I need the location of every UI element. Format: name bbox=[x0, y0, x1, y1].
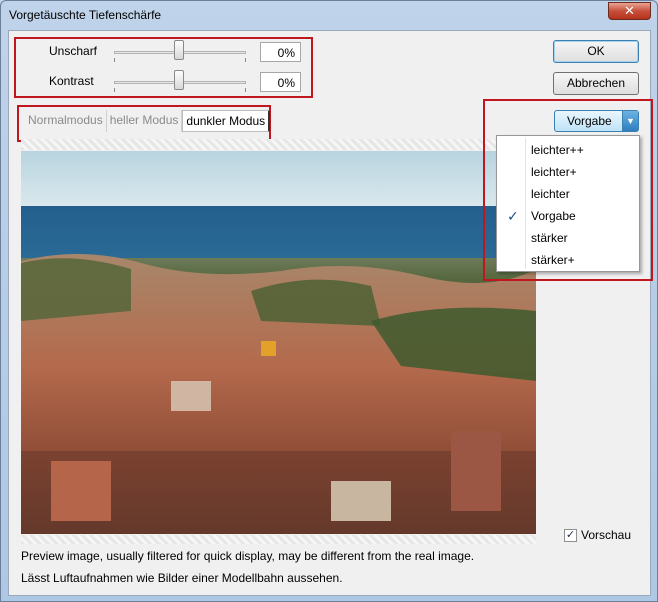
ok-button[interactable]: OK bbox=[553, 40, 639, 63]
blur-value[interactable]: 0% bbox=[260, 42, 301, 62]
slider-tick bbox=[114, 58, 115, 62]
preview-hatch-bottom bbox=[21, 535, 536, 544]
slider-tick bbox=[245, 88, 246, 92]
tab-dark-mode[interactable]: dunkler Modus bbox=[182, 110, 271, 132]
blur-slider-row: Unscharf 0% bbox=[9, 40, 309, 64]
preview-hatch-top bbox=[21, 139, 536, 150]
preview-checkbox-label[interactable]: Vorschau bbox=[581, 528, 631, 542]
dialog-window: Vorgetäuschte Tiefenschärfe ✕ Unscharf 0… bbox=[0, 0, 658, 602]
tab-light-mode[interactable]: heller Modus bbox=[107, 110, 183, 132]
contrast-label: Kontrast bbox=[49, 74, 94, 88]
contrast-slider-row: Kontrast 0% bbox=[9, 70, 309, 94]
preview-checkbox[interactable]: ✓ bbox=[564, 529, 577, 542]
preset-highlight-box bbox=[483, 99, 653, 281]
close-button[interactable]: ✕ bbox=[608, 2, 651, 20]
contrast-slider-thumb[interactable] bbox=[174, 70, 184, 90]
filter-description-text: Lässt Luftaufnahmen wie Bilder einer Mod… bbox=[21, 571, 343, 585]
cancel-button[interactable]: Abbrechen bbox=[553, 72, 639, 95]
slider-tick bbox=[114, 88, 115, 92]
tab-normal-mode[interactable]: Normalmodus bbox=[25, 110, 107, 132]
preview-image[interactable] bbox=[21, 151, 536, 534]
dialog-client-area: Unscharf 0% Kontrast 0% OK Abbrechen Nor… bbox=[8, 30, 653, 596]
title-bar[interactable]: Vorgetäuschte Tiefenschärfe ✕ bbox=[1, 1, 657, 31]
city-illustration bbox=[21, 151, 536, 534]
blur-slider-thumb[interactable] bbox=[174, 40, 184, 60]
preview-info-text: Preview image, usually filtered for quic… bbox=[21, 549, 475, 563]
mode-tabs: Normalmodus heller Modus dunkler Modus bbox=[25, 110, 271, 132]
blur-label: Unscharf bbox=[49, 44, 98, 58]
window-title: Vorgetäuschte Tiefenschärfe bbox=[9, 8, 162, 22]
contrast-value[interactable]: 0% bbox=[260, 72, 301, 92]
slider-tick bbox=[245, 58, 246, 62]
